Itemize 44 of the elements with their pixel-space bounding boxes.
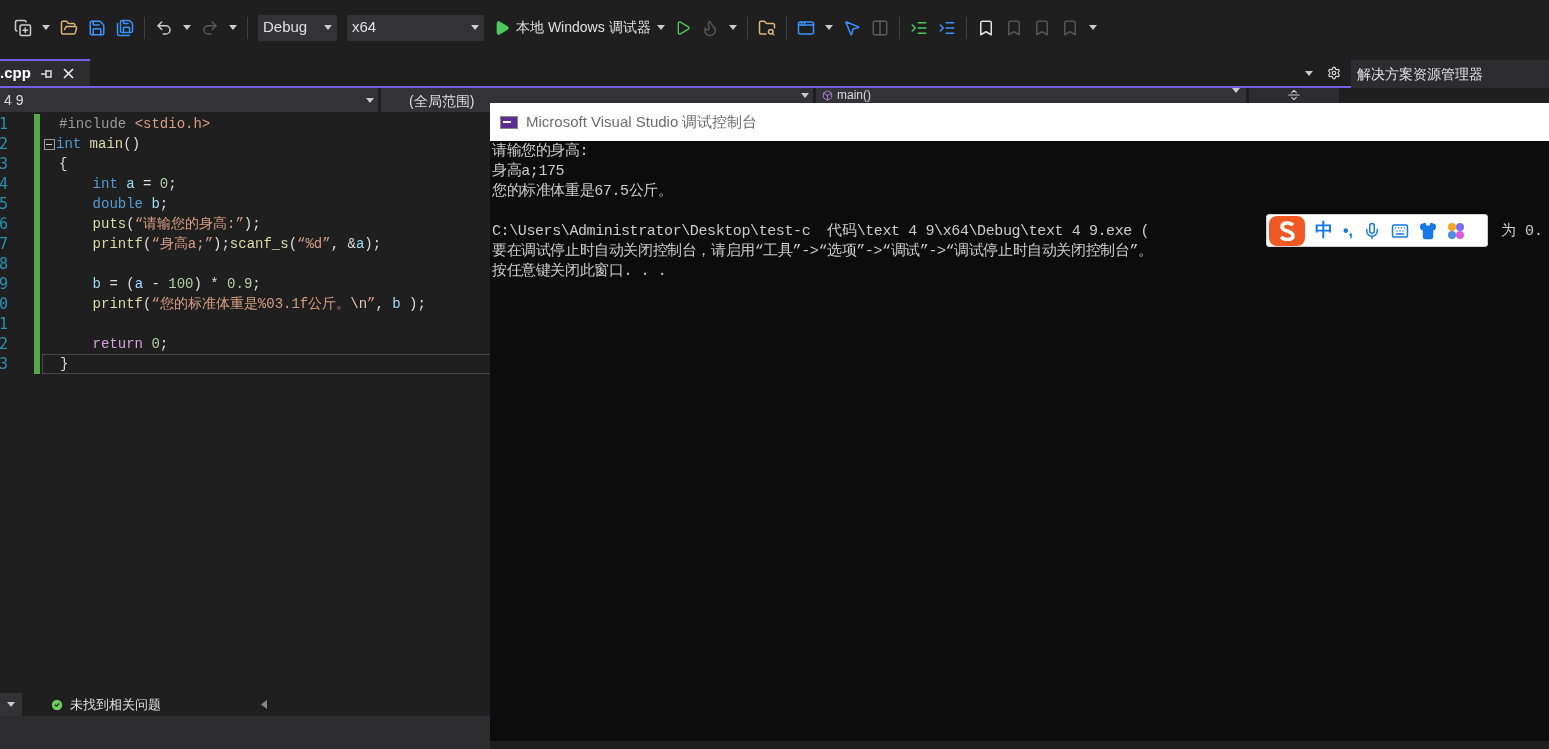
code-line: printf(“身高a;”);scanf_s(“%d”, &a); (91, 234, 382, 254)
line-number: 0 (0, 294, 10, 314)
code-line: double b; (91, 194, 169, 214)
console-line: C:\Users\Administrator\Desktop\test-c 代码\text 4 9\x64\Debug\text 4 9.exe ( (492, 222, 1150, 242)
line-number: 8 (0, 254, 10, 274)
line-number: 5 (0, 194, 10, 214)
line-number: 3 (0, 154, 10, 174)
code-line: printf(“您的标准体重是%03.1f公斤。\n”, b ); (91, 294, 426, 314)
console-line: 请输您的身高: (492, 142, 589, 162)
code-line: b = (a - 100) * 0.9; (91, 274, 261, 294)
line-number: 2 (0, 134, 10, 154)
line-number: 6 (0, 214, 10, 234)
project-dropdown[interactable]: 4 9 (0, 88, 378, 112)
code-line: { (59, 154, 68, 174)
code-line: return 0; (91, 334, 169, 354)
start-debugger-button[interactable]: 本地 Windows 调试器 (494, 17, 665, 38)
console-line: 为 0. (1501, 222, 1543, 242)
input-mode-toggle[interactable]: 中 (1315, 217, 1333, 244)
line-number: 7 (0, 234, 10, 254)
code-line: #include <stdio.h> (59, 114, 211, 134)
line-number: 2 (0, 334, 10, 354)
tab-title: .cpp (0, 63, 31, 84)
line-number: 9 (0, 274, 10, 294)
issues-status[interactable]: 未找到相关问题 (70, 694, 161, 715)
code-line: int main() (56, 134, 141, 154)
scope-dropdown[interactable]: (全局范围) (381, 88, 490, 112)
member-dropdown[interactable]: main() (816, 88, 1246, 103)
line-number: 1 (0, 314, 10, 334)
configuration-dropdown[interactable]: Debug (258, 14, 337, 41)
console-line: 您的标准体重是67.5公斤。 (492, 182, 673, 202)
punctuation-toggle[interactable]: •, (1343, 218, 1354, 243)
console-line: 按任意键关闭此窗口. . . (492, 262, 667, 282)
window-title: Microsoft Visual Studio 调试控制台 (526, 111, 758, 132)
code-line: } (60, 354, 69, 374)
console-line: 身高a;175 (492, 162, 565, 182)
line-number: 1 (0, 114, 10, 134)
console-line: 要在调试停止时自动关闭控制台，请启用“工具”->“选项”->“调试”->“调试停止时自动关闭控制台”。 (492, 242, 1153, 262)
line-number: 3 (0, 354, 10, 374)
document-tab[interactable]: .cpp (0, 59, 90, 86)
code-line: int a = 0; (91, 174, 177, 194)
platform-dropdown[interactable]: x64 (347, 14, 484, 41)
code-line: puts(“请输您的身高:”); (91, 214, 261, 234)
solution-explorer-header: 解决方案资源管理器 (1351, 60, 1549, 88)
line-number: 4 (0, 174, 10, 194)
